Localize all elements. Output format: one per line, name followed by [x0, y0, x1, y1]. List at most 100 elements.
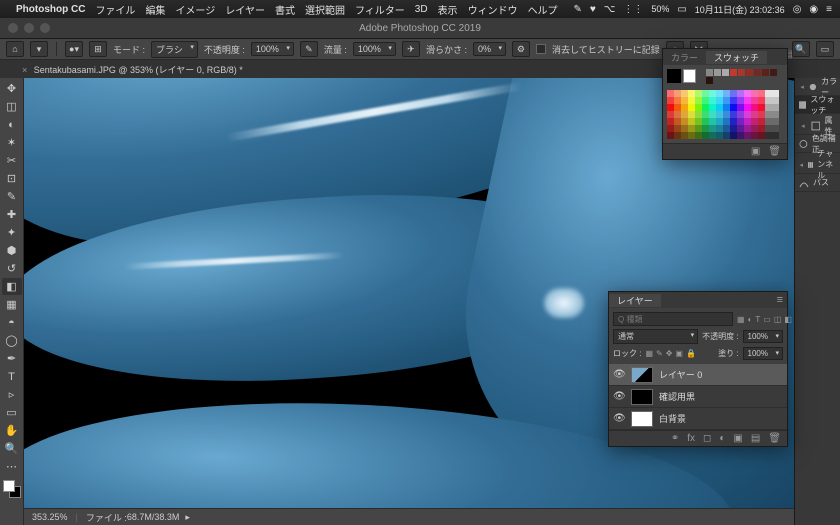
swatch[interactable]: [758, 97, 765, 104]
blend-mode-dropdown[interactable]: 通常: [613, 329, 698, 344]
menu-view[interactable]: 表示: [438, 2, 458, 17]
foreground-background-swatch[interactable]: [3, 480, 21, 498]
swatch[interactable]: [765, 97, 772, 104]
smoothing-input[interactable]: 0%: [473, 42, 506, 56]
visibility-toggle[interactable]: 👁: [613, 413, 625, 424]
swatch[interactable]: [723, 90, 730, 97]
swatch[interactable]: [737, 90, 744, 97]
eyedropper-tool[interactable]: ✎: [2, 188, 22, 205]
stamp-tool[interactable]: ⬢: [2, 242, 22, 259]
swatch[interactable]: [744, 111, 751, 118]
spotlight-icon[interactable]: ◎: [793, 4, 802, 15]
app-name[interactable]: Photoshop CC: [16, 4, 85, 15]
menu-edit[interactable]: 編集: [145, 2, 165, 17]
filter-type-icon[interactable]: T: [755, 315, 760, 324]
minimize-window-button[interactable]: [24, 23, 34, 33]
gradient-tool[interactable]: ▦: [2, 296, 22, 313]
swatch[interactable]: [738, 69, 745, 76]
opacity-input[interactable]: 100%: [251, 42, 294, 56]
home-button[interactable]: ⌂: [6, 41, 24, 57]
delete-swatch-button[interactable]: 🗑: [768, 146, 781, 157]
lock-transparency-icon[interactable]: ▦: [645, 349, 653, 358]
lock-artboard-icon[interactable]: ▣: [675, 349, 683, 358]
visibility-toggle[interactable]: 👁: [613, 391, 625, 402]
swatch[interactable]: [674, 97, 681, 104]
swatch[interactable]: [772, 132, 779, 139]
swatch[interactable]: [695, 111, 702, 118]
swatch[interactable]: [751, 132, 758, 139]
filter-pixel-icon[interactable]: ▦: [737, 315, 745, 324]
swatch[interactable]: [709, 118, 716, 125]
swatch[interactable]: [730, 125, 737, 132]
menu-type[interactable]: 書式: [275, 2, 295, 17]
history-brush-tool[interactable]: ↺: [2, 260, 22, 277]
swatch[interactable]: [695, 118, 702, 125]
swatch[interactable]: [702, 125, 709, 132]
swatch[interactable]: [706, 69, 713, 76]
swatch[interactable]: [667, 104, 674, 111]
battery-icon[interactable]: ▭: [677, 4, 686, 15]
search-button[interactable]: 🔍: [792, 41, 810, 57]
brush-tool[interactable]: ✦: [2, 224, 22, 241]
layer-thumbnail[interactable]: [631, 411, 653, 427]
workspace-button[interactable]: ▭: [816, 41, 834, 57]
layer-name[interactable]: 確認用黒: [659, 390, 695, 403]
swatch[interactable]: [737, 118, 744, 125]
edit-toolbar-button[interactable]: ⋯: [2, 458, 22, 475]
swatch[interactable]: [688, 104, 695, 111]
dock-swatches[interactable]: スウォッチ: [795, 96, 840, 114]
swatch[interactable]: [674, 125, 681, 132]
dodge-tool[interactable]: ◯: [2, 332, 22, 349]
swatch[interactable]: [681, 90, 688, 97]
swatch[interactable]: [667, 111, 674, 118]
swatch[interactable]: [716, 97, 723, 104]
swatch[interactable]: [716, 111, 723, 118]
swatch[interactable]: [751, 118, 758, 125]
mode-dropdown[interactable]: ブラシ: [151, 41, 198, 58]
fill-input[interactable]: 100%: [743, 347, 783, 360]
layer-row[interactable]: 👁 確認用黒: [609, 386, 787, 408]
siri-icon[interactable]: ◉: [809, 4, 818, 15]
swatch[interactable]: [709, 90, 716, 97]
swatch[interactable]: [744, 104, 751, 111]
wifi-icon[interactable]: ⋮⋮: [623, 4, 643, 15]
type-tool[interactable]: T: [2, 368, 22, 385]
layer-opacity-input[interactable]: 100%: [743, 330, 783, 343]
new-layer-button[interactable]: ▤: [751, 433, 760, 444]
swatch[interactable]: [744, 132, 751, 139]
swatch[interactable]: [709, 132, 716, 139]
swatch[interactable]: [674, 90, 681, 97]
swatch[interactable]: [754, 69, 761, 76]
swatch[interactable]: [702, 97, 709, 104]
swatch[interactable]: [667, 118, 674, 125]
link-layers-button[interactable]: ⚭: [671, 433, 679, 444]
swatch[interactable]: [681, 104, 688, 111]
swatch[interactable]: [737, 111, 744, 118]
dock-paths[interactable]: パス: [795, 174, 840, 192]
layer-style-button[interactable]: fx: [687, 433, 695, 444]
swatch[interactable]: [765, 132, 772, 139]
swatch[interactable]: [723, 104, 730, 111]
layer-thumbnail[interactable]: [631, 389, 653, 405]
filter-adjust-icon[interactable]: ◐: [748, 315, 753, 324]
swatch[interactable]: [762, 69, 769, 76]
swatch[interactable]: [758, 125, 765, 132]
close-tab-icon[interactable]: ×: [22, 65, 27, 75]
new-swatch-button[interactable]: ▣: [751, 146, 760, 157]
layer-name[interactable]: レイヤー 0: [659, 368, 702, 381]
swatch[interactable]: [695, 90, 702, 97]
swatch[interactable]: [723, 132, 730, 139]
swatch[interactable]: [695, 132, 702, 139]
layer-filter-input[interactable]: [613, 312, 733, 326]
swatch[interactable]: [674, 132, 681, 139]
menu-file[interactable]: ファイル: [95, 2, 135, 17]
swatch[interactable]: [702, 111, 709, 118]
swatch[interactable]: [702, 132, 709, 139]
menu-image[interactable]: イメージ: [175, 2, 215, 17]
group-button[interactable]: ▣: [733, 433, 742, 444]
swatch[interactable]: [751, 90, 758, 97]
tool-preset-button[interactable]: ▾: [30, 41, 48, 57]
adjustment-layer-button[interactable]: ◐: [719, 433, 725, 444]
swatch[interactable]: [765, 111, 772, 118]
swatch[interactable]: [681, 97, 688, 104]
